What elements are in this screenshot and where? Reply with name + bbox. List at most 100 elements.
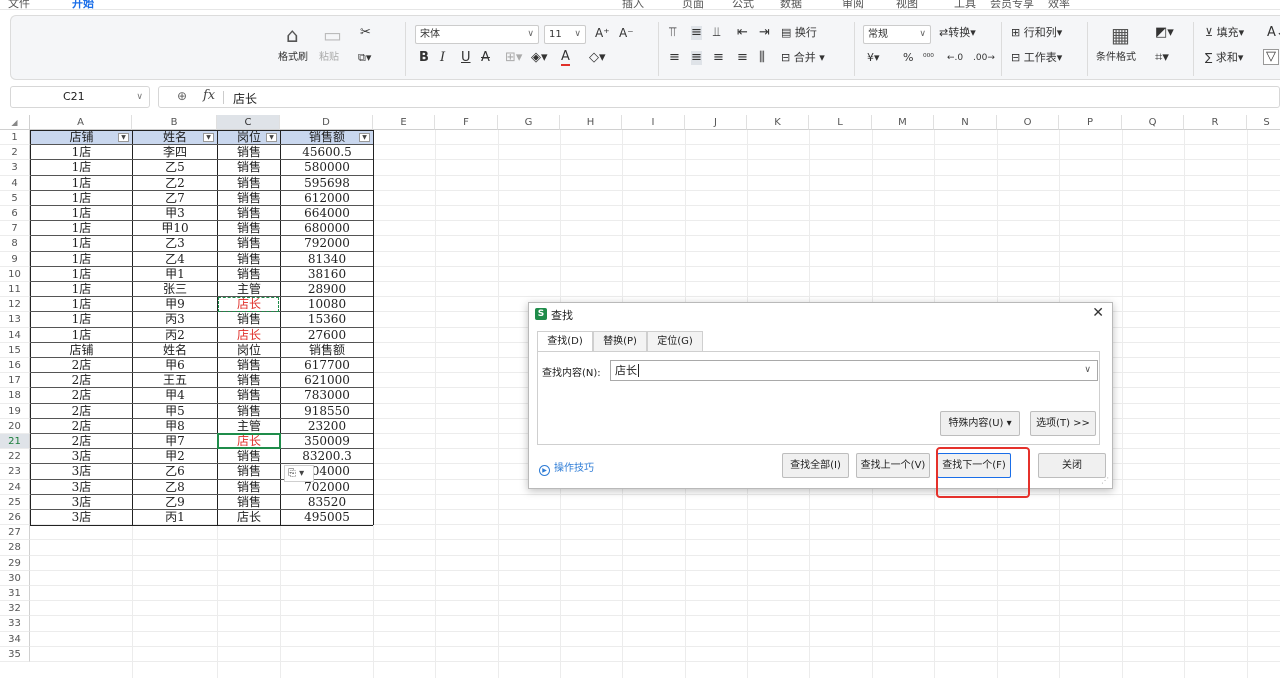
currency-button[interactable]: ¥▾ [867,51,880,65]
table-cell[interactable]: 销售 [218,160,280,174]
table-cell[interactable]: 销售 [218,145,280,159]
align-middle-icon[interactable]: ≡ [691,26,702,40]
table-cell[interactable]: 丙3 [133,312,217,326]
table-cell[interactable]: 销售 [218,495,280,509]
table-cell[interactable]: 918550 [281,404,373,418]
row-header[interactable]: 4 [0,175,30,191]
column-header[interactable]: S [1247,115,1280,130]
table-cell[interactable]: 1店 [31,191,132,205]
table-cell[interactable]: 乙9 [133,495,217,509]
table-cell[interactable]: 350009 [281,434,373,448]
increase-indent-icon[interactable]: ⇥ [759,26,770,40]
table-cell[interactable]: 3店 [31,464,132,478]
find-input[interactable]: 店长 ∨ [610,360,1098,381]
find-previous-button[interactable]: 查找上一个(V) [856,453,930,478]
table-cell[interactable]: 1店 [31,328,132,342]
table-cell[interactable]: 乙6 [133,464,217,478]
table-cell[interactable]: 1店 [31,221,132,235]
tab-find[interactable]: 查找(D) [537,331,593,353]
filter-dropdown-icon[interactable]: ▼ [266,133,277,142]
convert-button[interactable]: ⇄转换▾ [939,26,976,40]
cut-icon[interactable]: ✂ [360,26,371,40]
find-all-button[interactable]: 查找全部(I) [782,453,849,478]
table-cell[interactable]: 甲3 [133,206,217,220]
fx-icon[interactable]: fx [203,88,215,103]
row-header[interactable]: 18 [0,388,30,404]
row-header[interactable]: 12 [0,297,30,313]
table-cell[interactable]: 617700 [281,358,373,372]
row-header[interactable]: 27 [0,525,30,541]
column-header[interactable]: B [132,115,217,130]
row-header[interactable]: 13 [0,312,30,328]
table-cell[interactable]: 张三 [133,282,217,296]
column-header[interactable]: L [809,115,872,130]
font-name-select[interactable]: 宋体 ∨ [415,25,539,44]
select-all-corner[interactable]: ◢ [0,115,30,130]
table-cell[interactable]: 甲5 [133,404,217,418]
row-header[interactable]: 20 [0,418,30,434]
cell-style-icon[interactable]: ◩▾ [1155,26,1174,40]
table-cell[interactable]: 3店 [31,495,132,509]
table-cell[interactable]: 甲6 [133,358,217,372]
table-cell[interactable]: 1店 [31,267,132,281]
table-cell[interactable]: 2店 [31,419,132,433]
row-header[interactable]: 6 [0,206,30,222]
menu-tab[interactable]: 视图 [896,0,918,9]
conditional-format-icon[interactable]: ▦ [1111,24,1130,46]
table-cell[interactable]: 乙3 [133,236,217,250]
table-cell[interactable]: 580000 [281,160,373,174]
menu-tab[interactable]: 效率 [1048,0,1070,9]
align-bottom-icon[interactable]: ⫫ [713,26,720,40]
row-header[interactable]: 14 [0,327,30,343]
table-cell[interactable]: 45600.5 [281,145,373,159]
column-header[interactable]: I [622,115,685,130]
table-cell[interactable]: 销售 [218,267,280,281]
tab-goto[interactable]: 定位(G) [647,331,703,352]
paste-options-button[interactable]: ⎘ ▾ [284,465,314,482]
decrease-font-icon[interactable]: A⁻ [619,26,634,40]
column-header[interactable]: F [435,115,498,130]
increase-font-icon[interactable]: A⁺ [595,26,610,40]
sort-icon[interactable]: A↓ [1267,26,1280,40]
percent-button[interactable]: % [903,51,913,65]
table-cell[interactable]: 乙4 [133,252,217,266]
table-cell[interactable]: 销售 [218,252,280,266]
underline-icon[interactable]: U [461,51,471,65]
table-cell[interactable]: 销售 [218,388,280,402]
formula-input[interactable]: ⊕ fx 店长 [158,86,1280,108]
row-header[interactable]: 28 [0,540,30,556]
table-cell[interactable]: 3店 [31,449,132,463]
table-cell[interactable]: 乙5 [133,160,217,174]
row-header[interactable]: 34 [0,631,30,647]
row-header[interactable]: 5 [0,190,30,206]
row-header[interactable]: 10 [0,266,30,282]
row-header[interactable]: 25 [0,494,30,510]
options-button[interactable]: 选项(T) >> [1030,411,1096,436]
table-cell[interactable]: 1店 [31,145,132,159]
table-cell[interactable]: 丙2 [133,328,217,342]
strikethrough-icon[interactable]: A [481,51,490,65]
table-cell[interactable]: 甲7 [133,434,217,448]
table-cell[interactable]: 甲10 [133,221,217,235]
table-cell[interactable]: 1店 [31,206,132,220]
table-cell[interactable]: 595698 [281,176,373,190]
table-cell[interactable]: 销售 [218,206,280,220]
table-cell[interactable]: 10080 [281,297,373,311]
zoom-icon[interactable]: ⊕ [177,89,187,103]
chevron-down-icon[interactable]: ∨ [1084,361,1091,380]
wrap-text-button[interactable]: ▤ 换行 [781,26,817,40]
filter-dropdown-icon[interactable]: ▼ [203,133,214,142]
table-cell[interactable]: 销售额 [281,343,373,357]
fill-button[interactable]: ⊻ 填充▾ [1205,26,1244,40]
table-cell[interactable]: 甲8 [133,419,217,433]
distribute-icon[interactable]: ⫼ [759,51,765,65]
table-cell[interactable]: 3店 [31,510,132,524]
row-header[interactable]: 30 [0,570,30,586]
table-cell[interactable]: 王五 [133,373,217,387]
table-cell[interactable]: 销售 [218,191,280,205]
row-header[interactable]: 11 [0,282,30,298]
column-header[interactable]: N [934,115,997,130]
column-header[interactable]: E [373,115,435,130]
row-header[interactable]: 15 [0,342,30,358]
row-header[interactable]: 22 [0,449,30,465]
